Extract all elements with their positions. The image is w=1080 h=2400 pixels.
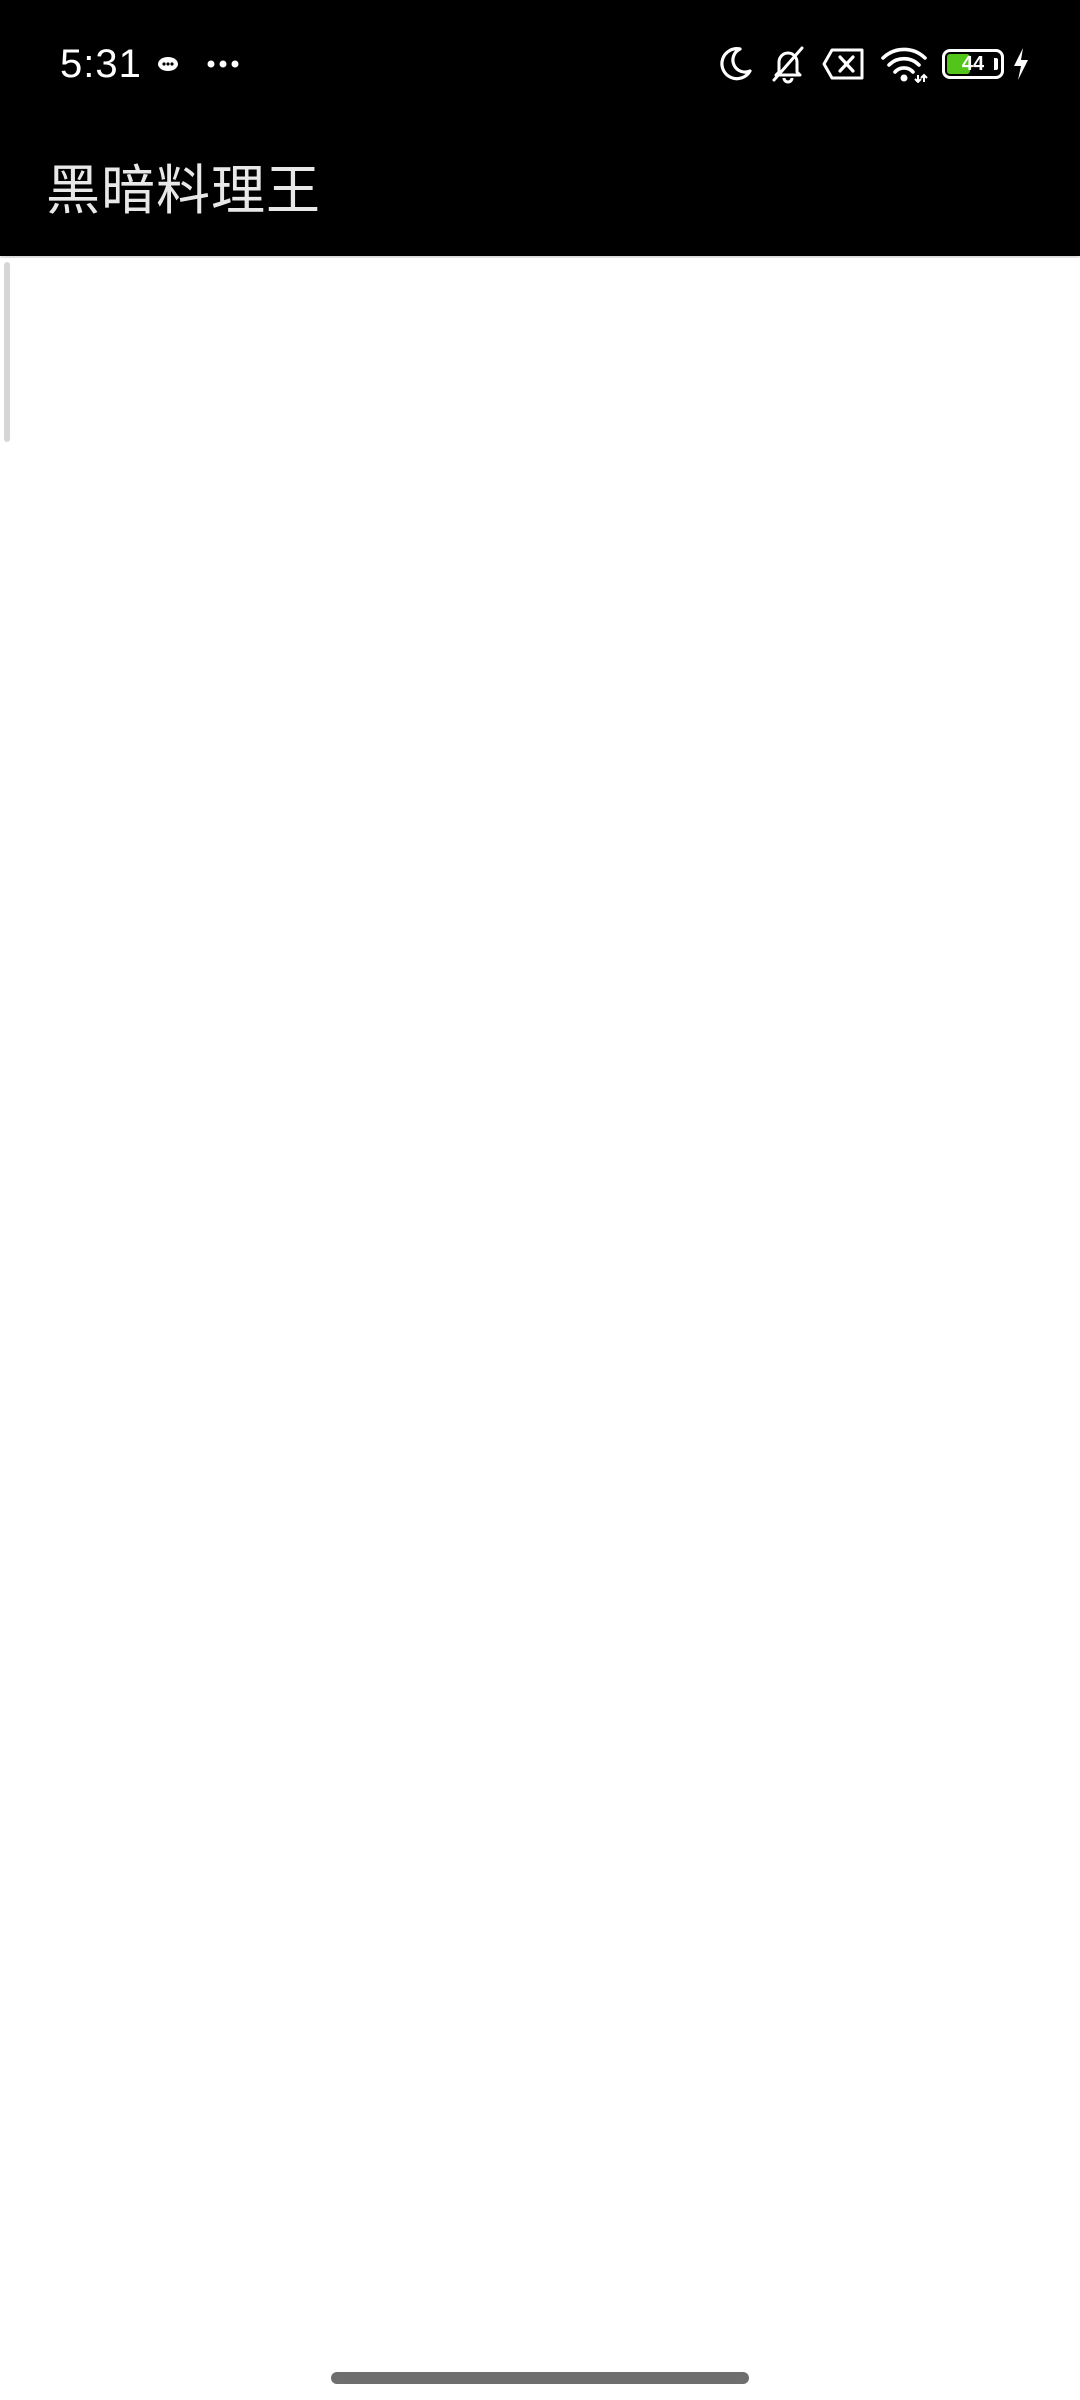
scroll-indicator[interactable]	[4, 262, 10, 442]
app-bar: 黑暗料理王	[0, 130, 1080, 256]
charging-bolt-icon	[1012, 47, 1030, 81]
app-screen: 5:31 44 黑暗料理王	[0, 0, 1080, 2400]
status-time: 5:31	[60, 42, 142, 86]
bell-off-icon	[768, 44, 808, 84]
status-bar: 5:31 44	[0, 0, 1080, 130]
battery-icon: 44	[942, 49, 1004, 79]
wifi-icon	[880, 45, 928, 83]
status-right-icons: 44	[716, 40, 1030, 88]
battery-body: 44	[942, 49, 1004, 79]
messaging-app-icon	[156, 54, 180, 74]
no-sim-icon	[822, 47, 866, 81]
home-indicator[interactable]	[331, 2372, 749, 2384]
moon-icon	[716, 45, 754, 83]
app-title: 黑暗料理王	[46, 159, 321, 222]
more-dots-icon	[206, 59, 240, 69]
battery-level: 44	[961, 53, 985, 75]
content-area[interactable]	[0, 258, 1080, 2400]
status-left-icons	[156, 44, 240, 84]
